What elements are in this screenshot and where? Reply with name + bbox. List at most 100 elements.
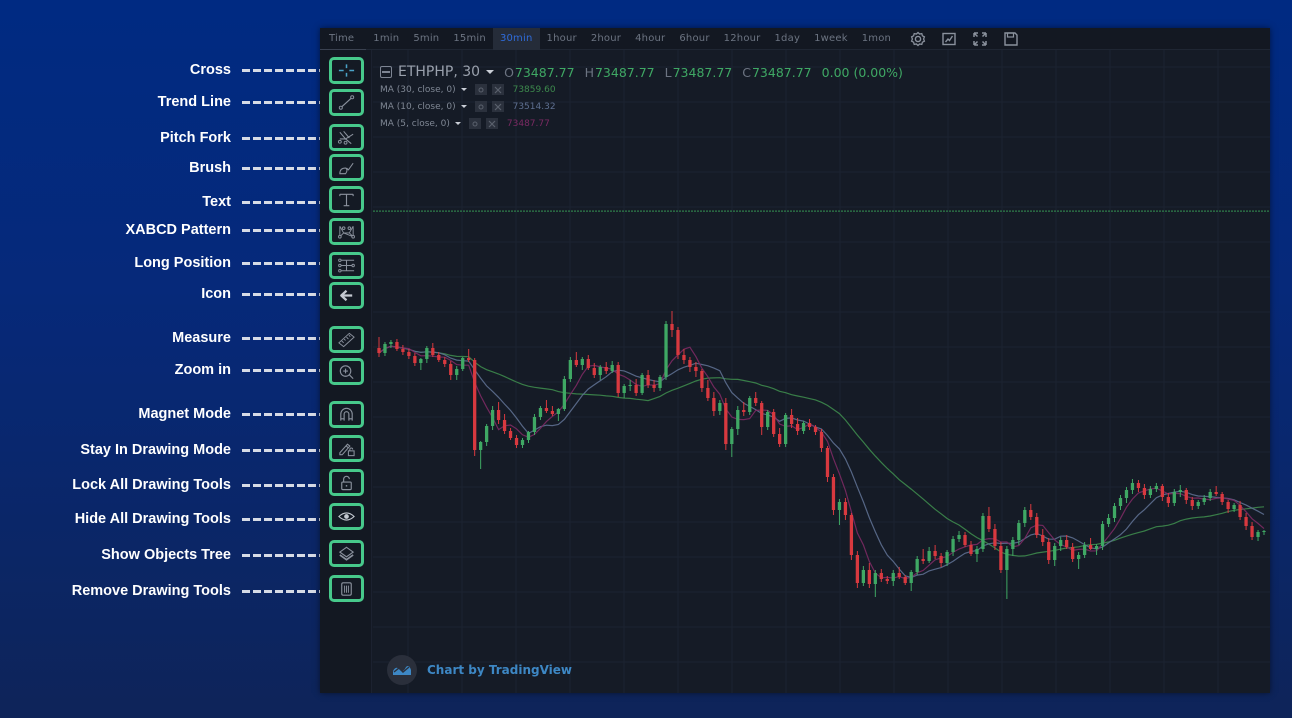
caret-down-icon[interactable] bbox=[486, 70, 495, 74]
candle-body bbox=[873, 573, 877, 584]
tool-stay-in-drawing-mode-button[interactable] bbox=[329, 435, 364, 462]
fullscreen-icon[interactable] bbox=[969, 28, 991, 50]
tool-measure-button[interactable] bbox=[329, 326, 364, 353]
tool-cross-button[interactable] bbox=[329, 57, 364, 84]
candle-body bbox=[1160, 486, 1164, 497]
candle-body bbox=[1053, 546, 1057, 560]
candle-body bbox=[1148, 489, 1153, 495]
candle-body bbox=[1154, 486, 1159, 489]
candle-body bbox=[395, 342, 399, 349]
tool-show-objects-tree-button[interactable] bbox=[329, 540, 364, 567]
timeframe-30min[interactable]: 30min bbox=[492, 27, 540, 50]
candle-body bbox=[646, 375, 650, 385]
ma-settings-button[interactable] bbox=[468, 118, 481, 129]
tool-xabcd-pattern-button[interactable] bbox=[329, 218, 364, 245]
close-icon bbox=[494, 86, 502, 93]
callout-label: Brush bbox=[189, 160, 231, 176]
candle-body bbox=[1017, 523, 1021, 540]
candle-body bbox=[1172, 492, 1176, 503]
xabcd-pattern-icon bbox=[338, 226, 355, 239]
tool-text-button[interactable] bbox=[329, 186, 364, 213]
tradingview-watermark[interactable]: Chart by TradingView bbox=[387, 655, 572, 685]
ma-remove-button[interactable] bbox=[491, 84, 504, 95]
tool-zoom-in-button[interactable] bbox=[329, 358, 364, 385]
ma-label[interactable]: MA (5, close, 0) bbox=[380, 119, 450, 129]
ma-value: 73487.77 bbox=[506, 118, 550, 129]
tool-icon-button[interactable] bbox=[329, 282, 364, 309]
close-icon bbox=[494, 103, 502, 110]
timeframe-4hour[interactable]: 4hour bbox=[628, 28, 672, 50]
timeframe-time[interactable]: Time bbox=[320, 28, 367, 50]
tool-brush-button[interactable] bbox=[329, 154, 364, 181]
close-value: C73487.77 bbox=[742, 65, 811, 80]
caret-down-icon[interactable] bbox=[454, 122, 461, 125]
indicators-icon[interactable] bbox=[938, 28, 960, 50]
gear-icon bbox=[478, 87, 484, 92]
tool-magnet-mode-button[interactable] bbox=[329, 401, 364, 428]
callout-label: Lock All Drawing Tools bbox=[72, 477, 231, 493]
symbol-selector[interactable]: ETHPHP, 30 bbox=[380, 64, 504, 80]
ma-settings-button[interactable] bbox=[474, 101, 487, 112]
ma-label[interactable]: MA (10, close, 0) bbox=[380, 102, 456, 112]
timeframe-1min[interactable]: 1min bbox=[366, 28, 406, 50]
candle-body bbox=[574, 360, 578, 365]
candle-body bbox=[1059, 540, 1063, 546]
candle-body bbox=[526, 432, 531, 440]
candle-body bbox=[389, 342, 393, 344]
chart-pane[interactable] bbox=[373, 50, 1270, 693]
trash-icon bbox=[341, 582, 352, 596]
pitchfork-icon bbox=[337, 130, 354, 145]
candle-body bbox=[837, 502, 842, 510]
candle-body bbox=[1202, 498, 1206, 502]
save-icon[interactable] bbox=[1000, 28, 1022, 50]
timeframe-1week[interactable]: 1week bbox=[807, 28, 855, 50]
candle-body bbox=[514, 438, 519, 445]
ma-5-line bbox=[378, 345, 1265, 580]
candlestick-chart[interactable] bbox=[373, 50, 1270, 693]
open-key: O bbox=[504, 64, 514, 80]
ma-label[interactable]: MA (30, close, 0) bbox=[380, 85, 456, 95]
high-value: H73487.77 bbox=[585, 65, 655, 80]
timeframe-1mon[interactable]: 1mon bbox=[855, 28, 898, 50]
tool-pitch-fork-button[interactable] bbox=[329, 124, 364, 151]
tool-trend-line-button[interactable] bbox=[329, 89, 364, 116]
magnet-icon bbox=[340, 407, 353, 421]
tool-remove-drawing-tools-button[interactable] bbox=[329, 575, 364, 602]
candle-body bbox=[670, 324, 674, 330]
tool-hide-all-drawing-tools-button[interactable] bbox=[329, 503, 364, 530]
candle-body bbox=[1088, 545, 1093, 549]
settings-icon[interactable] bbox=[907, 28, 929, 50]
ma-remove-button[interactable] bbox=[485, 118, 498, 129]
candle-body bbox=[1029, 510, 1033, 517]
caret-down-icon[interactable] bbox=[460, 88, 467, 91]
open-value: O73487.77 bbox=[504, 65, 575, 80]
callout-label: Remove Drawing Tools bbox=[71, 583, 231, 599]
timeframe-2hour[interactable]: 2hour bbox=[584, 28, 628, 50]
collapse-icon[interactable] bbox=[380, 66, 392, 78]
timeframe-5min[interactable]: 5min bbox=[406, 28, 446, 50]
callout-label: Pitch Fork bbox=[160, 130, 231, 146]
ma-remove-button[interactable] bbox=[491, 101, 504, 112]
candle-body bbox=[1041, 535, 1045, 542]
timeframe-12hour[interactable]: 12hour bbox=[717, 28, 768, 50]
timeframe-1day[interactable]: 1day bbox=[768, 28, 808, 50]
ma-legend-row: MA (30, close, 0) 73859.60 bbox=[380, 81, 903, 98]
candle-body bbox=[682, 355, 686, 360]
candle-body bbox=[562, 379, 567, 409]
timeframe-6hour[interactable]: 6hour bbox=[672, 28, 716, 50]
gear-icon bbox=[472, 121, 478, 126]
candle-body bbox=[586, 359, 590, 368]
timeframe-15min[interactable]: 15min bbox=[446, 28, 493, 50]
candle-body bbox=[544, 408, 549, 411]
candle-body bbox=[1184, 490, 1188, 500]
candle-body bbox=[1142, 488, 1147, 495]
tool-lock-all-drawing-tools-button[interactable] bbox=[329, 469, 364, 496]
candle-body bbox=[766, 412, 770, 427]
timeframe-1hour[interactable]: 1hour bbox=[540, 28, 584, 50]
tool-long-position-button[interactable] bbox=[329, 252, 364, 279]
tradingview-logo-icon bbox=[387, 655, 417, 685]
caret-down-icon[interactable] bbox=[460, 105, 467, 108]
callout-leader-line bbox=[242, 69, 326, 72]
ma-settings-button[interactable] bbox=[474, 84, 487, 95]
candle-body bbox=[1118, 498, 1123, 506]
